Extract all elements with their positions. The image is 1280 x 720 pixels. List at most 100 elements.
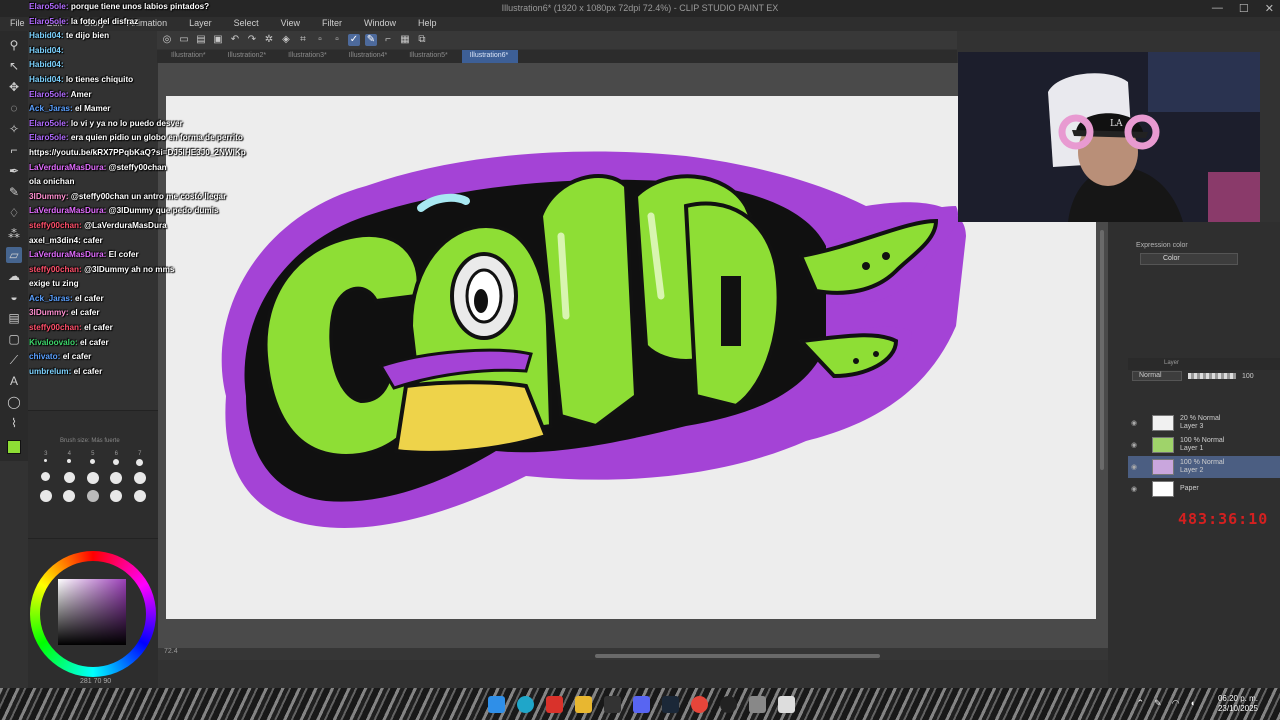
app-dark-icon[interactable]	[604, 696, 621, 713]
brush-size-option[interactable]	[34, 488, 58, 502]
text-tool-icon[interactable]: A	[6, 373, 22, 389]
taskbar-clock[interactable]: 06:20 p. m. 23/10/2025	[1218, 694, 1258, 714]
pen-tool-icon[interactable]: ✒	[6, 163, 22, 179]
correction-tool-icon[interactable]: ⌇	[6, 415, 22, 431]
chat-username[interactable]: LaVerduraMasDura:	[29, 206, 106, 215]
brush-size-option[interactable]	[81, 488, 105, 502]
chat-username[interactable]: Elaro5ole:	[29, 17, 69, 26]
layer-row[interactable]: ◉ 100 % Normal Layer 1	[1128, 434, 1280, 456]
blend-mode-select[interactable]: Normal	[1132, 371, 1182, 381]
tab-illustration3[interactable]: Illustration3*	[280, 50, 337, 63]
figure-tool-icon[interactable]: ▢	[6, 331, 22, 347]
brush-size-option[interactable]	[34, 470, 58, 484]
brush-size-option[interactable]	[105, 488, 129, 502]
app-red-icon[interactable]	[546, 696, 563, 713]
menu-view[interactable]: View	[281, 17, 300, 31]
settings-icon[interactable]: ✲	[263, 34, 275, 46]
zoom-icon[interactable]: ⚲	[6, 37, 22, 53]
operation-icon[interactable]: ↖	[6, 58, 22, 74]
chat-username[interactable]: Elaro5ole:	[29, 2, 69, 11]
brush-size-option[interactable]	[58, 488, 82, 502]
move-icon[interactable]: ✥	[6, 79, 22, 95]
chat-username[interactable]: chivato:	[29, 352, 60, 361]
layer-row[interactable]: ◉ Paper	[1128, 478, 1280, 500]
eye-icon[interactable]: ◉	[1128, 463, 1140, 471]
obs-icon[interactable]	[720, 696, 737, 713]
eyedropper-tool-icon[interactable]: ⌐	[6, 142, 22, 158]
brush-tool-icon[interactable]: ♢	[6, 205, 22, 221]
menu-file[interactable]: File	[10, 17, 25, 31]
close-button[interactable]: ✕	[1265, 2, 1274, 15]
chat-username[interactable]: 3lDummy:	[29, 308, 69, 317]
clip-studio-taskbar-icon[interactable]	[749, 696, 766, 713]
snap-icon[interactable]: ▫	[314, 34, 326, 46]
zoom-level[interactable]: 72.4	[164, 648, 178, 655]
chat-username[interactable]: LaVerduraMasDura:	[29, 250, 106, 259]
brush-size-option[interactable]: 6	[105, 451, 129, 466]
chat-username[interactable]: Habid04:	[29, 75, 64, 84]
opacity-slider[interactable]	[1188, 373, 1236, 379]
main-color-swatch[interactable]	[7, 440, 21, 454]
expression-color-select[interactable]: Color	[1140, 253, 1238, 265]
blend-tool-icon[interactable]: ☁	[6, 268, 22, 284]
pencil-tool-icon[interactable]: ✎	[6, 184, 22, 200]
layer-panel-header[interactable]: Layer	[1128, 358, 1280, 370]
wifi-icon[interactable]: ◠	[1172, 698, 1180, 709]
chat-username[interactable]: Habid04:	[29, 60, 64, 69]
auto-select-icon[interactable]: ✧	[6, 121, 22, 137]
app-white-icon[interactable]	[778, 696, 795, 713]
opacity-value[interactable]: 100	[1242, 373, 1254, 380]
chat-username[interactable]: Elaro5ole:	[29, 133, 69, 142]
vertical-scrollbar[interactable]	[1100, 230, 1104, 470]
edge-icon[interactable]	[517, 696, 534, 713]
tab-illustration5[interactable]: Illustration5*	[401, 50, 458, 63]
chat-username[interactable]: Ack_Jaras:	[29, 104, 73, 113]
brush-size-option[interactable]: 4	[58, 451, 82, 466]
cafer-graffiti-artwork[interactable]	[166, 96, 1096, 619]
eye-icon[interactable]: ◉	[1128, 441, 1140, 449]
brush-size-option[interactable]	[128, 488, 152, 502]
chat-username[interactable]: Elaro5ole:	[29, 119, 69, 128]
brush-size-option[interactable]	[58, 470, 82, 484]
chat-username[interactable]: LaVerduraMasDura:	[29, 163, 106, 172]
chat-username[interactable]: Habid04:	[29, 46, 64, 55]
chat-username[interactable]: axel_m3din4:	[29, 236, 81, 245]
brush-size-option[interactable]: 3	[34, 451, 58, 466]
chat-username[interactable]: steffy00chan:	[29, 265, 82, 274]
lasso-icon[interactable]: ◌	[6, 100, 22, 116]
maximize-button[interactable]: ☐	[1239, 2, 1249, 15]
reference-icon[interactable]: ▦	[399, 34, 411, 46]
crop-icon[interactable]: ⌗	[297, 34, 309, 46]
chat-username[interactable]: umbrelum:	[29, 367, 71, 376]
assets-icon[interactable]: ⧉	[416, 34, 428, 46]
chat-username[interactable]: steffy00chan:	[29, 323, 82, 332]
brush-size-option[interactable]	[128, 470, 152, 484]
eye-icon[interactable]: ◉	[1128, 419, 1140, 427]
chat-username[interactable]: 3lDummy:	[29, 192, 69, 201]
saturation-value-square[interactable]	[58, 579, 126, 645]
tab-illustration4[interactable]: Illustration4*	[341, 50, 398, 63]
minimize-button[interactable]: —	[1212, 2, 1223, 15]
airbrush-tool-icon[interactable]: ⁂	[6, 226, 22, 242]
tray-chevron-icon[interactable]: ⌃	[1137, 698, 1145, 709]
ruler-snap-icon[interactable]: ▫	[331, 34, 343, 46]
windows-start-icon[interactable]	[488, 696, 505, 713]
eye-icon[interactable]: ◉	[1128, 485, 1140, 493]
chat-username[interactable]: Elaro5ole:	[29, 90, 69, 99]
draw-mode-icon[interactable]: ✓	[348, 34, 360, 46]
pen-mode-icon[interactable]: ✎	[365, 34, 377, 46]
brush-size-option[interactable]: 7	[128, 451, 152, 466]
transform-icon[interactable]: ◈	[280, 34, 292, 46]
chat-username[interactable]: Habid04:	[29, 31, 64, 40]
volume-icon[interactable]: ◖	[1190, 698, 1195, 709]
menu-help[interactable]: Help	[418, 17, 437, 31]
eraser-tool-icon[interactable]: ▱	[6, 247, 22, 263]
tab-illustration6[interactable]: Illustration6*	[461, 50, 519, 63]
fill-tool-icon[interactable]: ◒	[6, 289, 22, 305]
menu-window[interactable]: Window	[364, 17, 396, 31]
layer-row[interactable]: ◉ 20 % Normal Layer 3	[1128, 412, 1280, 434]
ruler-tool-icon[interactable]: ⟋	[6, 352, 22, 368]
chat-username[interactable]: Ack_Jaras:	[29, 294, 73, 303]
balloon-tool-icon[interactable]: ◯	[6, 394, 22, 410]
pen-icon[interactable]: ✎	[1154, 698, 1162, 709]
